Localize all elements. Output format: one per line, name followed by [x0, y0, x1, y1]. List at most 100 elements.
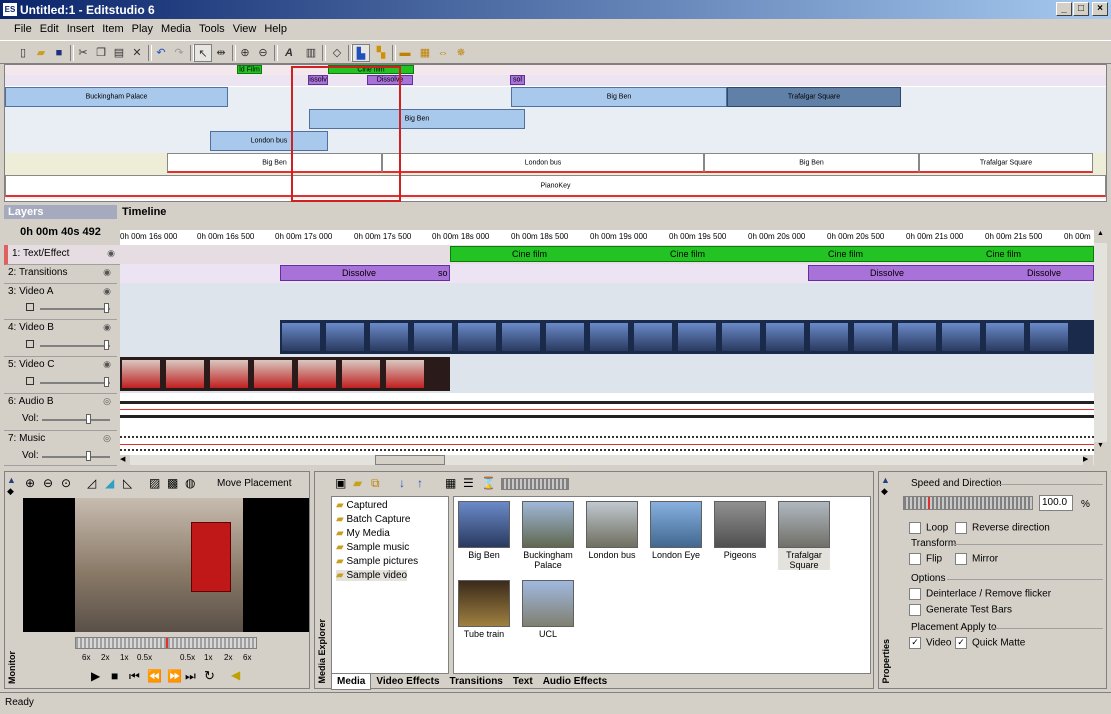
zoom-fit-icon[interactable]: ⊙ [61, 476, 71, 490]
menu-help[interactable]: Help [260, 19, 291, 35]
open-folder-icon[interactable]: ▰ [32, 44, 50, 62]
ramp-icon[interactable]: ◿ [87, 476, 96, 490]
overview-block[interactable]: sol [510, 75, 525, 85]
storyboard-view-icon[interactable]: ▙ [352, 44, 370, 62]
overview-block[interactable]: Buckingham Palace [5, 87, 228, 107]
paste-icon[interactable]: ▤ [110, 44, 128, 62]
overview-block[interactable]: Trafalgar Square [919, 153, 1093, 173]
layer-transitions[interactable]: 2: Transitions ◉ [4, 264, 117, 284]
slider-thumb[interactable] [104, 377, 109, 387]
timeline-hscroll[interactable]: ◀ ▶ [120, 455, 1094, 465]
volume-slider[interactable] [42, 419, 110, 421]
menu-media[interactable]: Media [157, 19, 195, 35]
media-item-big-ben[interactable]: Big Ben [458, 501, 510, 560]
import-icon[interactable]: ⧉ [371, 476, 380, 491]
go-end-icon[interactable]: ⏭ [185, 669, 196, 684]
filter-icon[interactable]: ⌛ [481, 476, 496, 490]
media-item-ucl[interactable]: UCL [522, 580, 574, 639]
overview-block[interactable]: ld Film [237, 65, 262, 74]
layer-audio-b[interactable]: 6: Audio B ◎ Vol: [4, 393, 117, 431]
speaker-icon[interactable]: ◀ [231, 668, 240, 682]
media-explorer-tab[interactable]: Media Explorer [315, 472, 329, 688]
media-item-pigeons[interactable]: Pigeons [714, 501, 766, 560]
tab-transitions[interactable]: Transitions [445, 674, 508, 689]
cut-icon[interactable]: ✂ [74, 44, 92, 62]
zoom-out-icon[interactable]: ⊖ [43, 476, 53, 490]
go-start-icon[interactable]: ⏮ [129, 669, 140, 684]
move-down-icon[interactable]: ↓ [399, 476, 405, 490]
layer-video-a[interactable]: 3: Video A ◉ [4, 283, 117, 320]
view-window-frame[interactable] [291, 66, 401, 202]
properties-tab[interactable]: Properties [879, 472, 893, 688]
slider-thumb[interactable] [86, 414, 91, 424]
media-item-london-eye[interactable]: London Eye [650, 501, 702, 560]
copy-icon[interactable]: ❐ [92, 44, 110, 62]
menu-view[interactable]: View [229, 19, 261, 35]
overview-block[interactable]: Big Ben [704, 153, 919, 173]
media-item-tube-train[interactable]: Tube train [458, 580, 510, 639]
london-bus-clip[interactable] [120, 357, 450, 391]
opacity-slider[interactable] [40, 382, 110, 384]
play-icon[interactable]: ▶ [91, 669, 100, 683]
loop-checkbox[interactable]: Loop [909, 522, 948, 534]
rewind-icon[interactable]: ⏪ [147, 669, 162, 683]
folder-icon[interactable]: ▰ [353, 476, 362, 490]
snap-icon[interactable]: ▦ [416, 44, 434, 62]
ripple-icon[interactable]: ⇔ [434, 44, 452, 62]
folder-item-sample-pictures[interactable]: ▰ Sample pictures [336, 556, 418, 567]
delete-icon[interactable]: ✕ [128, 44, 146, 62]
layer-music[interactable]: 7: Music ◎ Vol: [4, 430, 117, 466]
crop-icon[interactable]: ▨ [149, 476, 160, 490]
slider-thumb[interactable] [86, 451, 91, 461]
monitor-tab[interactable]: Monitor [5, 472, 19, 688]
tab-audio-effects[interactable]: Audio Effects [538, 674, 612, 689]
minimize-button[interactable]: _ [1056, 2, 1072, 16]
pointer-tool-icon[interactable]: ↖ [194, 44, 212, 62]
big-ben-clip[interactable] [280, 320, 1094, 354]
reverse-direction-checkbox[interactable]: Reverse direction [955, 522, 1050, 534]
layer-video-c[interactable]: 5: Video C ◉ [4, 356, 117, 394]
video-preview[interactable] [23, 498, 309, 632]
timeline-vscroll[interactable]: ▲ ▼ [1094, 230, 1107, 455]
overview-block[interactable]: PianoKey [5, 175, 1106, 197]
close-button[interactable]: × [1092, 2, 1108, 16]
stop-icon[interactable]: ■ [111, 669, 118, 683]
safe-area-icon[interactable]: ▩ [167, 476, 178, 490]
menu-play[interactable]: Play [128, 19, 157, 35]
hscroll-thumb[interactable] [375, 455, 445, 465]
media-item-london-bus[interactable]: London bus [586, 501, 638, 560]
speed-slider[interactable] [903, 496, 1033, 510]
menu-tools[interactable]: Tools [195, 19, 229, 35]
zoom-out-icon[interactable]: ⊖ [254, 44, 272, 62]
menu-file[interactable]: File [10, 19, 36, 35]
maximize-button[interactable]: □ [1073, 2, 1089, 16]
volume-slider[interactable] [42, 456, 110, 458]
tab-media[interactable]: Media [331, 674, 372, 690]
flip-checkbox[interactable]: Flip [909, 553, 942, 565]
tab-text[interactable]: Text [508, 674, 538, 689]
slider-thumb[interactable] [104, 303, 109, 313]
move-up-icon[interactable]: ↑ [417, 476, 423, 490]
layer-text-effect[interactable]: 1: Text/Effect ◉ [4, 245, 121, 265]
new-file-icon[interactable]: ▯ [14, 44, 32, 62]
media-item-buckingham-palace[interactable]: Buckingham Palace [522, 501, 574, 570]
opacity-slider[interactable] [40, 308, 110, 310]
opacity-slider[interactable] [40, 345, 110, 347]
split-icon[interactable]: ▥ [302, 44, 320, 62]
list-view-icon[interactable]: ☰ [463, 476, 474, 490]
fade-icon[interactable]: ◢ [105, 476, 114, 490]
tab-video-effects[interactable]: Video Effects [371, 674, 444, 689]
menu-edit[interactable]: Edit [36, 19, 63, 35]
thumbnail-view-icon[interactable]: ▦ [445, 476, 456, 490]
menu-item[interactable]: Item [98, 19, 127, 35]
undo-icon[interactable]: ↶ [152, 44, 170, 62]
zoom-in-icon[interactable]: ⊕ [25, 476, 35, 490]
redo-icon[interactable]: ↷ [170, 44, 188, 62]
generate-test-bars-checkbox[interactable]: Generate Test Bars [909, 604, 1012, 616]
clip-icon[interactable]: ▬ [396, 44, 414, 62]
folder-item-captured[interactable]: ▰ Captured [336, 500, 388, 511]
thumbnail-size-slider[interactable] [501, 478, 569, 490]
media-item-trafalgar-square[interactable]: Trafalgar Square [778, 501, 830, 570]
folder-item-sample-music[interactable]: ▰ Sample music [336, 542, 409, 553]
marker-icon[interactable]: ◇ [328, 44, 346, 62]
